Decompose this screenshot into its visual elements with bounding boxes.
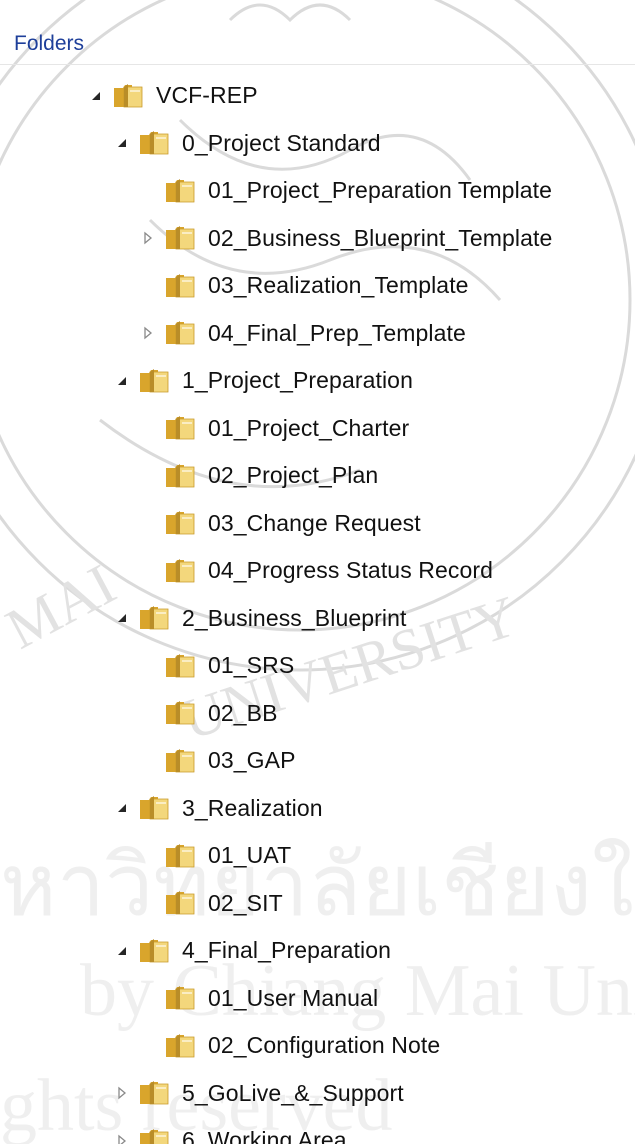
tree-item-label: 02_BB [208, 699, 278, 726]
tree-item-label: 04_Progress Status Record [208, 557, 494, 584]
tree-item[interactable]: 02_Project_Plan [0, 452, 635, 500]
folder-icon [164, 1032, 196, 1060]
expanded-arrow-icon[interactable] [112, 608, 132, 628]
folder-icon [164, 509, 196, 537]
tree-item[interactable]: 4_Final_Preparation [0, 927, 635, 975]
header-divider [0, 64, 635, 65]
folder-icon [138, 129, 170, 157]
folder-icon [164, 652, 196, 680]
tree-item[interactable]: 3_Realization [0, 785, 635, 833]
collapsed-arrow-icon[interactable] [138, 228, 158, 248]
tree-item-label: 5_GoLive_&_Support [182, 1079, 404, 1106]
tree-item-label: 02_Project_Plan [208, 462, 379, 489]
tree-item-label: 1_Project_Preparation [182, 367, 413, 394]
tree-item[interactable]: 0_Project Standard [0, 120, 635, 168]
expanded-arrow-icon[interactable] [112, 133, 132, 153]
folder-icon [164, 984, 196, 1012]
folder-icon [164, 557, 196, 585]
folder-icon [164, 224, 196, 252]
tree-item-label: 01_Project_Preparation Template [208, 177, 553, 204]
folder-icon [164, 272, 196, 300]
tree-item[interactable]: 02_Configuration Note [0, 1022, 635, 1070]
tree-item-label: 01_UAT [208, 842, 292, 869]
tree-item[interactable]: 01_SRS [0, 642, 635, 690]
tree-item-label: 03_GAP [208, 747, 296, 774]
folder-icon [164, 177, 196, 205]
tree-item[interactable]: 1_Project_Preparation [0, 357, 635, 405]
tree-item-label: 02_Configuration Note [208, 1032, 441, 1059]
folder-icon [138, 367, 170, 395]
folder-icon [138, 1127, 170, 1144]
tree-item-label: 03_Change Request [208, 509, 421, 536]
folder-icon [164, 889, 196, 917]
folders-panel: Folders VCF-REP 0_Project Standard 01_Proj… [0, 0, 635, 1144]
folders-panel-title: Folders [14, 32, 85, 55]
tree-item-label: VCF-REP [156, 82, 258, 109]
tree-item-label: 02_SIT [208, 889, 283, 916]
tree-item[interactable]: 01_Project_Charter [0, 405, 635, 453]
expanded-arrow-icon[interactable] [86, 86, 106, 106]
collapsed-arrow-icon[interactable] [112, 1083, 132, 1103]
tree-item-label: 3_Realization [182, 794, 323, 821]
folder-icon [164, 462, 196, 490]
tree-item[interactable]: 01_UAT [0, 832, 635, 880]
tree-item[interactable]: 04_Progress Status Record [0, 547, 635, 595]
folder-tree: VCF-REP 0_Project Standard 01_Project_Prep… [0, 72, 635, 1144]
folder-icon [164, 699, 196, 727]
tree-item-label: 2_Business_Blueprint [182, 604, 407, 631]
tree-item[interactable]: 04_Final_Prep_Template [0, 310, 635, 358]
tree-item-label: 01_User Manual [208, 984, 379, 1011]
folder-icon [164, 319, 196, 347]
folder-icon [164, 747, 196, 775]
tree-item[interactable]: 03_Realization_Template [0, 262, 635, 310]
tree-item[interactable]: 02_BB [0, 690, 635, 738]
collapsed-arrow-icon[interactable] [112, 1131, 132, 1144]
tree-item[interactable]: 02_SIT [0, 880, 635, 928]
folder-icon [138, 1079, 170, 1107]
folder-icon [138, 604, 170, 632]
tree-item-label: 0_Project Standard [182, 129, 381, 156]
folder-icon [164, 414, 196, 442]
tree-item-label: 01_Project_Charter [208, 414, 410, 441]
tree-item[interactable]: 02_Business_Blueprint_Template [0, 215, 635, 263]
tree-item-label: 03_Realization_Template [208, 272, 469, 299]
tree-item-label: 04_Final_Prep_Template [208, 319, 466, 346]
tree-item-label: 6_Working Area [182, 1127, 347, 1144]
folder-icon [164, 842, 196, 870]
expanded-arrow-icon[interactable] [112, 371, 132, 391]
folder-icon [138, 794, 170, 822]
tree-item-label: 4_Final_Preparation [182, 937, 392, 964]
folder-icon [138, 937, 170, 965]
tree-item[interactable]: VCF-REP [0, 72, 635, 120]
tree-item[interactable]: 03_GAP [0, 737, 635, 785]
tree-item[interactable]: 01_Project_Preparation Template [0, 167, 635, 215]
tree-item[interactable]: 2_Business_Blueprint [0, 595, 635, 643]
expanded-arrow-icon[interactable] [112, 941, 132, 961]
collapsed-arrow-icon[interactable] [138, 323, 158, 343]
folder-icon [112, 82, 144, 110]
tree-item[interactable]: 01_User Manual [0, 975, 635, 1023]
tree-item-label: 01_SRS [208, 652, 295, 679]
tree-item[interactable]: 5_GoLive_&_Support [0, 1070, 635, 1118]
expanded-arrow-icon[interactable] [112, 798, 132, 818]
tree-item[interactable]: 03_Change Request [0, 500, 635, 548]
tree-item-label: 02_Business_Blueprint_Template [208, 224, 553, 251]
tree-item[interactable]: 6_Working Area [0, 1117, 635, 1144]
